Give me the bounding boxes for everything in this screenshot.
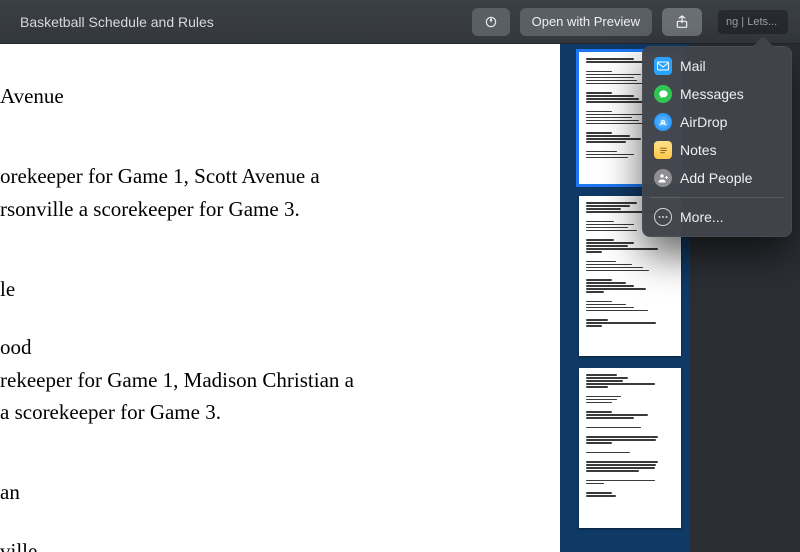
- background-tab-label: ng | Lets...: [726, 16, 777, 28]
- share-airdrop[interactable]: AirDrop: [642, 108, 792, 136]
- toolbar: Open with Preview ng | Lets...: [472, 0, 788, 44]
- share-more[interactable]: More...: [642, 203, 792, 231]
- share-notes-label: Notes: [680, 142, 717, 158]
- share-menu: Mail Messages AirDrop Notes Add People M…: [642, 46, 792, 237]
- open-with-preview-label: Open with Preview: [532, 14, 640, 29]
- share-notes[interactable]: Notes: [642, 136, 792, 164]
- share-mail[interactable]: Mail: [642, 52, 792, 80]
- notes-icon: [654, 141, 672, 159]
- open-with-preview-button[interactable]: Open with Preview: [520, 8, 652, 36]
- markup-icon: [483, 14, 499, 30]
- menu-separator: [650, 197, 784, 198]
- markup-button[interactable]: [472, 8, 510, 36]
- doc-text: ood: [0, 333, 560, 361]
- doc-text: a scorekeeper for Game 3.: [0, 398, 560, 426]
- background-tab: ng | Lets...: [718, 10, 788, 34]
- page-thumbnail-3[interactable]: [579, 368, 681, 528]
- window-title: Basketball Schedule and Rules: [20, 14, 214, 30]
- share-more-label: More...: [680, 209, 724, 225]
- doc-text: orekeeper for Game 1, Scott Avenue a: [0, 162, 560, 190]
- share-mail-label: Mail: [680, 58, 706, 74]
- doc-text: le: [0, 275, 560, 303]
- document-viewport[interactable]: Avenue orekeeper for Game 1, Scott Avenu…: [0, 44, 570, 552]
- background-window-area: ng | Lets...: [712, 0, 788, 44]
- mail-icon: [654, 57, 672, 75]
- share-airdrop-label: AirDrop: [680, 114, 727, 130]
- doc-text: ville: [0, 537, 560, 552]
- share-button[interactable]: [662, 8, 702, 36]
- share-add-people-label: Add People: [680, 170, 752, 186]
- document-page: Avenue orekeeper for Game 1, Scott Avenu…: [0, 44, 560, 552]
- share-icon: [674, 14, 690, 30]
- add-people-icon: [654, 169, 672, 187]
- share-messages[interactable]: Messages: [642, 80, 792, 108]
- doc-text: Avenue: [0, 82, 560, 110]
- share-messages-label: Messages: [680, 86, 744, 102]
- doc-text: rsonville a scorekeeper for Game 3.: [0, 195, 560, 223]
- messages-icon: [654, 85, 672, 103]
- more-icon: [654, 208, 672, 226]
- airdrop-icon: [654, 113, 672, 131]
- doc-text: rekeeper for Game 1, Madison Christian a: [0, 366, 560, 394]
- doc-text: an: [0, 478, 560, 506]
- share-add-people[interactable]: Add People: [642, 164, 792, 192]
- window-titlebar: Basketball Schedule and Rules Open with …: [0, 0, 800, 44]
